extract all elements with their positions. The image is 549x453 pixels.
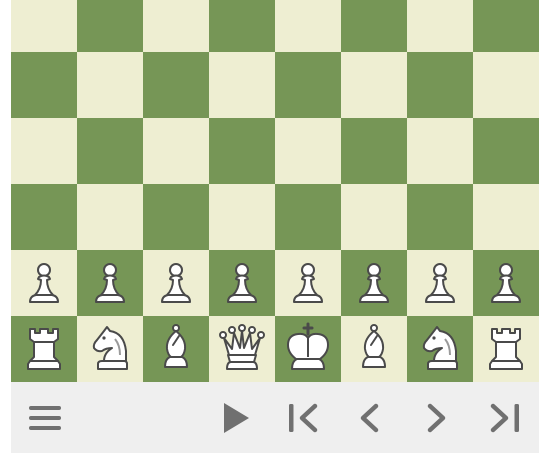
square-e6[interactable] (275, 0, 341, 52)
white-pawn-icon[interactable] (148, 255, 204, 311)
square-b1[interactable] (77, 316, 143, 382)
square-a5[interactable] (11, 52, 77, 118)
menu-icon (29, 406, 61, 430)
square-c2[interactable] (143, 250, 209, 316)
square-h4[interactable] (473, 118, 539, 184)
square-f2[interactable] (341, 250, 407, 316)
previous-move-button[interactable] (350, 398, 390, 438)
square-b3[interactable] (77, 184, 143, 250)
square-g2[interactable] (407, 250, 473, 316)
square-a2[interactable] (11, 250, 77, 316)
square-f1[interactable] (341, 316, 407, 382)
white-rook-icon[interactable] (16, 321, 72, 377)
next-move-button[interactable] (416, 398, 456, 438)
white-queen-icon[interactable] (214, 321, 270, 377)
square-c3[interactable] (143, 184, 209, 250)
chess-board (11, 0, 539, 382)
square-e2[interactable] (275, 250, 341, 316)
square-g3[interactable] (407, 184, 473, 250)
white-bishop-icon[interactable] (346, 321, 402, 377)
square-a4[interactable] (11, 118, 77, 184)
white-pawn-icon[interactable] (16, 255, 72, 311)
square-a3[interactable] (11, 184, 77, 250)
square-g6[interactable] (407, 0, 473, 52)
square-d6[interactable] (209, 0, 275, 52)
square-h5[interactable] (473, 52, 539, 118)
square-b5[interactable] (77, 52, 143, 118)
square-f3[interactable] (341, 184, 407, 250)
square-c5[interactable] (143, 52, 209, 118)
square-c1[interactable] (143, 316, 209, 382)
square-c6[interactable] (143, 0, 209, 52)
square-f4[interactable] (341, 118, 407, 184)
white-pawn-icon[interactable] (280, 255, 336, 311)
square-d1[interactable] (209, 316, 275, 382)
square-b2[interactable] (77, 250, 143, 316)
first-move-button[interactable] (283, 398, 323, 438)
next-move-icon (427, 403, 446, 433)
square-g5[interactable] (407, 52, 473, 118)
square-a6[interactable] (11, 0, 77, 52)
last-move-icon (490, 403, 519, 433)
play-icon (224, 403, 249, 433)
white-rook-icon[interactable] (478, 321, 534, 377)
square-h6[interactable] (473, 0, 539, 52)
white-pawn-icon[interactable] (214, 255, 270, 311)
square-c4[interactable] (143, 118, 209, 184)
square-b6[interactable] (77, 0, 143, 52)
square-d3[interactable] (209, 184, 275, 250)
white-king-icon[interactable] (280, 321, 336, 377)
square-h3[interactable] (473, 184, 539, 250)
play-button[interactable] (216, 398, 256, 438)
square-g4[interactable] (407, 118, 473, 184)
square-e4[interactable] (275, 118, 341, 184)
white-knight-icon[interactable] (82, 321, 138, 377)
white-pawn-icon[interactable] (412, 255, 468, 311)
square-h1[interactable] (473, 316, 539, 382)
white-bishop-icon[interactable] (148, 321, 204, 377)
first-move-icon (289, 403, 318, 433)
white-pawn-icon[interactable] (82, 255, 138, 311)
playback-controls-bar (11, 382, 539, 453)
square-h2[interactable] (473, 250, 539, 316)
square-a1[interactable] (11, 316, 77, 382)
square-g1[interactable] (407, 316, 473, 382)
square-d2[interactable] (209, 250, 275, 316)
square-b4[interactable] (77, 118, 143, 184)
menu-button[interactable] (25, 398, 65, 438)
previous-move-icon (360, 403, 379, 433)
white-pawn-icon[interactable] (346, 255, 402, 311)
square-d4[interactable] (209, 118, 275, 184)
square-f6[interactable] (341, 0, 407, 52)
square-f5[interactable] (341, 52, 407, 118)
last-move-button[interactable] (485, 398, 525, 438)
white-knight-icon[interactable] (412, 321, 468, 377)
square-e5[interactable] (275, 52, 341, 118)
white-pawn-icon[interactable] (478, 255, 534, 311)
square-e1[interactable] (275, 316, 341, 382)
square-d5[interactable] (209, 52, 275, 118)
square-e3[interactable] (275, 184, 341, 250)
